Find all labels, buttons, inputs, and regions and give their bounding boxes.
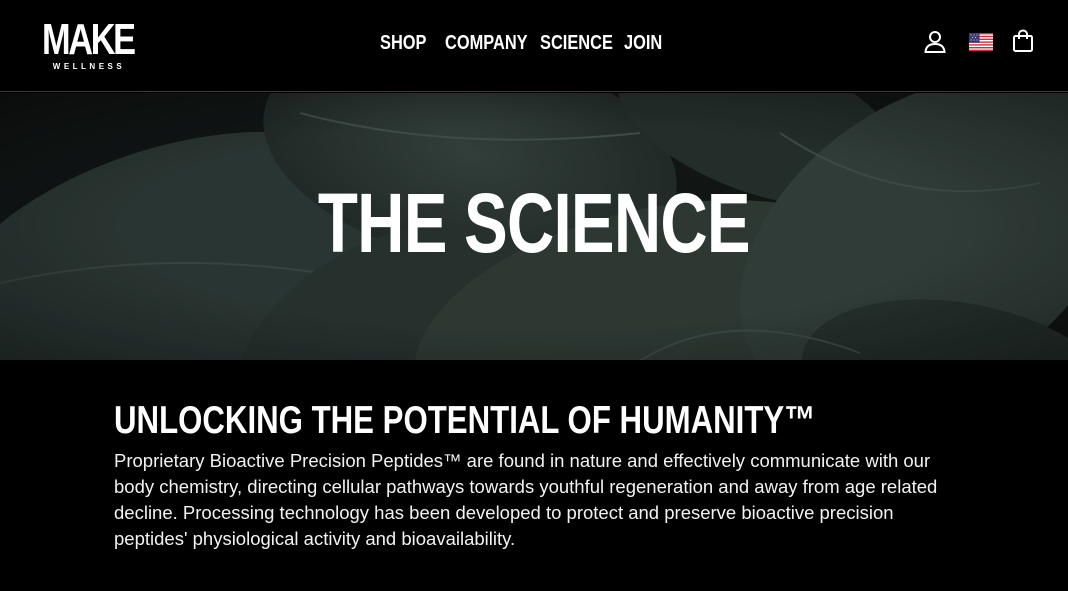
make-wellness-logo[interactable]: MAKE WELLNESS	[42, 15, 136, 72]
account-icon[interactable]	[923, 29, 947, 53]
nav-item-science[interactable]: SCIENCE	[540, 30, 613, 56]
logo-sub-text: WELLNESS	[52, 62, 126, 71]
us-flag-icon[interactable]	[969, 33, 993, 51]
shopping-bag-icon[interactable]	[1012, 29, 1034, 53]
main-nav: SHOP COMPANY SCIENCE JOIN	[380, 30, 664, 56]
nav-item-company[interactable]: COMPANY	[445, 30, 528, 56]
science-intro-section: UNLOCKING THE POTENTIAL OF HUMANITY™ Pro…	[0, 360, 1068, 591]
hero-banner: THE SCIENCE	[0, 93, 1068, 360]
nav-item-shop[interactable]: SHOP	[380, 30, 433, 56]
nav-item-join[interactable]: JOIN	[624, 30, 662, 56]
page-title-text: THE SCIENCE	[318, 176, 751, 270]
logo-main-text: MAKE	[42, 15, 136, 64]
site-header: MAKE WELLNESS SHOP COMPANY SCIENCE JOIN	[0, 0, 1068, 92]
section-heading: UNLOCKING THE POTENTIAL OF HUMANITY™	[114, 399, 816, 442]
section-body-text: Proprietary Bioactive Precision Peptides…	[114, 450, 938, 549]
page-title: THE SCIENCE	[0, 175, 1068, 271]
